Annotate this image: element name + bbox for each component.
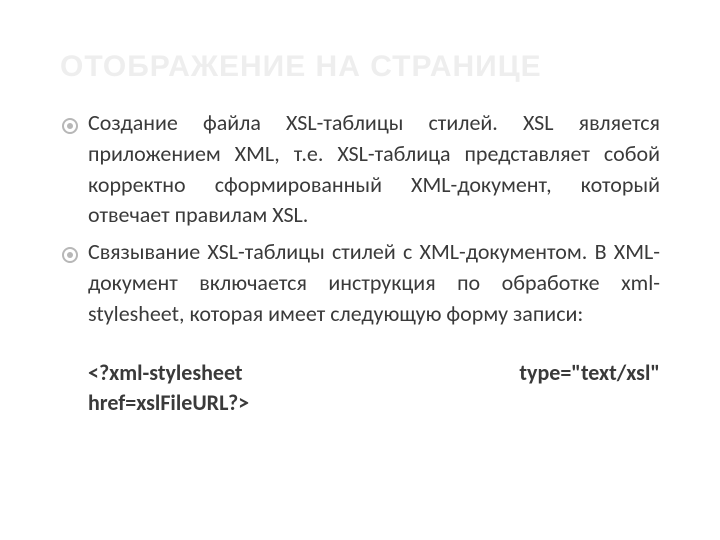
slide-title: ОТОБРАЖЕНИЕ НА СТРАНИЦЕ	[60, 50, 660, 84]
code-snippet-line2: href=xslFileURL?>	[88, 388, 660, 419]
list-item-text: Связывание XSL-таблицы стилей с XML-доку…	[88, 238, 660, 327]
code-snippet-line1: <?xml-stylesheet type="text/xsl"	[88, 358, 660, 389]
list-item: Создание файла XSL-таблицы стилей. XSL я…	[60, 108, 660, 231]
list-item: Связывание XSL-таблицы стилей с XML-доку…	[60, 237, 660, 419]
bullet-list: Создание файла XSL-таблицы стилей. XSL я…	[60, 108, 660, 419]
